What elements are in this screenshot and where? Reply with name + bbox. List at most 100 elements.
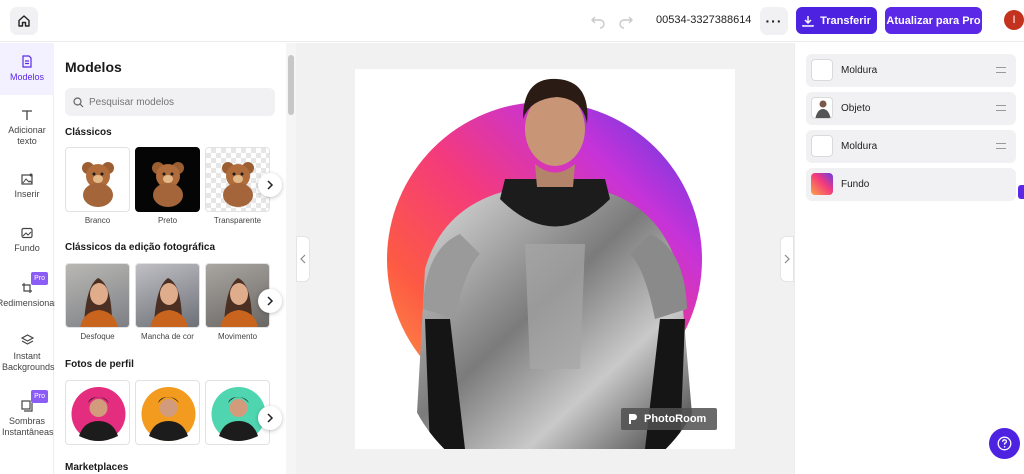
rail-item-insert[interactable]: Inserir — [0, 173, 54, 200]
project-id[interactable]: 00534-3327388614 — [656, 14, 751, 26]
layer-frame[interactable]: Moldura — [806, 54, 1016, 87]
search-box[interactable] — [65, 88, 275, 116]
template-label: Desfoque — [80, 332, 115, 341]
layer-thumbnail — [811, 135, 833, 157]
layer-background[interactable]: Fundo — [806, 168, 1016, 201]
rail-item-background[interactable]: Fundo — [0, 227, 54, 254]
help-button[interactable] — [989, 428, 1020, 459]
photoroom-watermark: PhotoRoom — [621, 408, 717, 430]
template-label: Mancha de cor — [141, 332, 194, 341]
rail-label: Redimensionar — [0, 298, 58, 308]
teddy-bear-image — [82, 162, 114, 207]
profile-photos-row — [65, 380, 285, 460]
chevron-left-icon — [300, 254, 306, 264]
avatar[interactable]: I — [1004, 10, 1024, 30]
section-title-profile-photos: Fotos de perfil — [65, 359, 134, 370]
file-icon — [22, 55, 32, 68]
watermark-text: PhotoRoom — [644, 413, 707, 425]
canvas-area: PhotoRoom — [296, 43, 794, 474]
template-label: Branco — [84, 216, 111, 225]
pro-badge: Pro — [31, 272, 48, 285]
more-options-button[interactable]: ··· — [760, 7, 788, 35]
rail-label: Fundo — [14, 243, 40, 253]
templates-panel: Modelos Clássicos Branco Preto Transpare… — [55, 43, 286, 474]
template-label: Movimento — [217, 332, 258, 341]
panel-scrollbar[interactable] — [286, 43, 296, 474]
layer-name: Moldura — [841, 141, 878, 152]
layer-name: Fundo — [841, 179, 870, 190]
drag-handle-icon[interactable] — [996, 143, 1006, 149]
profile-circle-image — [141, 387, 196, 441]
download-button[interactable]: Transferir — [796, 7, 877, 34]
download-label: Transferir — [820, 14, 871, 27]
collapse-right-panel-button[interactable] — [780, 236, 794, 282]
home-button[interactable] — [10, 7, 38, 35]
download-icon — [802, 15, 814, 27]
template-blur[interactable] — [65, 263, 130, 328]
teddy-bear-image — [152, 162, 184, 207]
rail-label: Sombras Instantâneas — [2, 416, 54, 437]
panel-title: Modelos — [65, 59, 122, 75]
layer-frame[interactable]: Moldura — [806, 130, 1016, 163]
knight-subject-image[interactable] — [405, 69, 705, 449]
upgrade-label: Atualizar para Pro — [886, 14, 981, 27]
next-templates-button[interactable] — [258, 173, 282, 197]
rail-label: Inserir — [14, 189, 40, 199]
section-title-classics: Clássicos — [65, 127, 112, 138]
search-input[interactable] — [89, 96, 259, 108]
help-icon — [997, 436, 1012, 451]
classics-row: Branco Preto Transparente — [65, 147, 285, 227]
side-tab-handle[interactable] — [1018, 185, 1024, 199]
artboard[interactable]: PhotoRoom — [355, 69, 735, 449]
photoroom-editor: 00534-3327388614 ··· Transferir Atualiza… — [0, 0, 1024, 474]
drag-handle-icon[interactable] — [996, 67, 1006, 73]
profile-circle-image — [71, 387, 126, 441]
chevron-right-icon — [267, 296, 274, 306]
rail-item-instant-shadows[interactable]: Pro Sombras Instantâneas — [0, 390, 54, 438]
undo-icon[interactable] — [590, 13, 606, 29]
template-profile-orange[interactable] — [135, 380, 200, 445]
rail-label: Modelos — [9, 72, 45, 82]
collapse-left-panel-button[interactable] — [296, 236, 310, 282]
background-icon — [21, 227, 33, 239]
template-label: Transparente — [213, 216, 262, 225]
photoroom-logo-icon — [629, 414, 637, 424]
text-icon — [22, 110, 32, 120]
rail-item-instant-backgrounds[interactable]: Instant Backgrounds — [0, 334, 55, 373]
layer-name: Moldura — [841, 65, 878, 76]
layer-name: Objeto — [841, 103, 871, 114]
layers-icon — [20, 334, 34, 345]
rail-item-modelos[interactable]: Modelos — [0, 43, 54, 95]
woman-portrait-image — [150, 278, 188, 327]
woman-portrait-image — [80, 278, 118, 327]
search-icon — [73, 96, 84, 107]
rail-label: Adicionar texto — [8, 125, 46, 146]
layer-thumbnail — [811, 59, 833, 81]
photo-editing-row: Desfoque Mancha de cor Movimento — [65, 263, 285, 343]
upgrade-button[interactable]: Atualizar para Pro — [885, 7, 982, 34]
rail-item-add-text[interactable]: Adicionar texto — [0, 109, 54, 147]
layer-thumbnail — [811, 173, 833, 195]
knight-thumbnail-image — [815, 100, 831, 118]
next-templates-button[interactable] — [258, 289, 282, 313]
rail-item-resize[interactable]: Pro Redimensionar — [0, 272, 58, 309]
layer-object[interactable]: Objeto — [806, 92, 1016, 125]
template-color-splash[interactable] — [135, 263, 200, 328]
insert-image-icon — [20, 173, 33, 185]
template-label: Preto — [157, 216, 178, 225]
chevron-right-icon — [267, 180, 274, 190]
redo-icon[interactable] — [618, 13, 634, 29]
template-profile-pink[interactable] — [65, 380, 130, 445]
section-title-marketplaces: Marketplaces — [65, 462, 129, 473]
next-templates-button[interactable] — [258, 406, 282, 430]
more-icon: ··· — [765, 13, 783, 29]
scrollbar-thumb[interactable] — [288, 55, 294, 115]
section-title-photo-editing: Clássicos da edição fotográfica — [65, 242, 216, 253]
left-rail: Modelos Adicionar texto Inserir Fundo Pr… — [0, 43, 58, 474]
template-white[interactable] — [65, 147, 130, 212]
layers-panel: Moldura Objeto Moldura Fundo — [794, 43, 1024, 474]
rail-label: Instant Backgrounds — [2, 351, 55, 372]
template-black[interactable] — [135, 147, 200, 212]
top-bar: 00534-3327388614 ··· Transferir Atualiza… — [0, 0, 1024, 42]
drag-handle-icon[interactable] — [996, 105, 1006, 111]
